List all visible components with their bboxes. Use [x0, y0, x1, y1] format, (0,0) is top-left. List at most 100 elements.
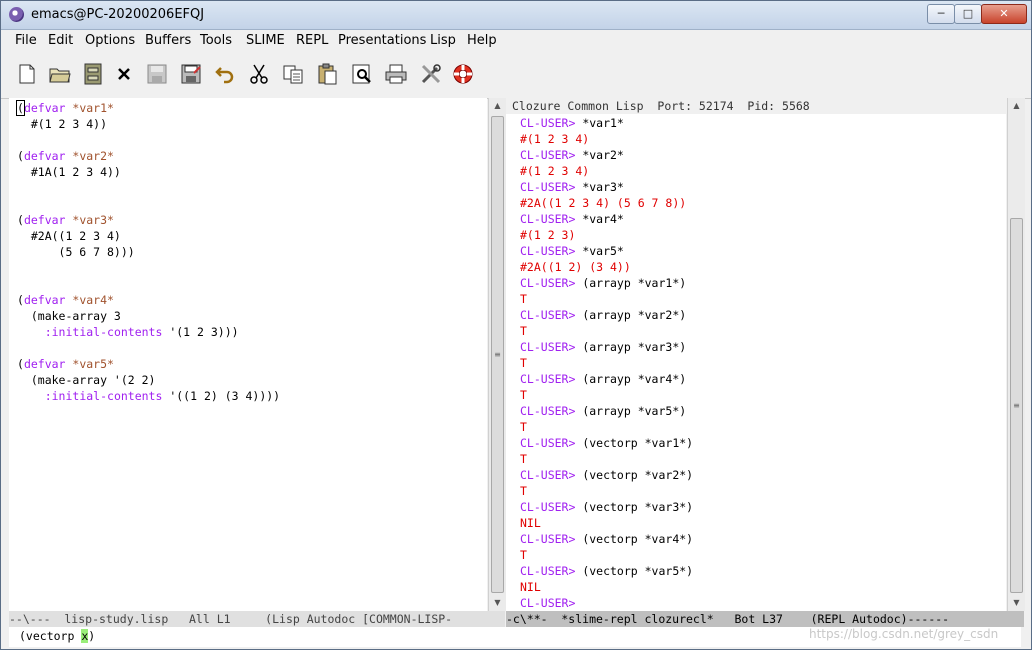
editor-line: (defvar *var1*: [16, 100, 114, 116]
editor-token: (: [16, 100, 25, 116]
print-icon[interactable]: [385, 63, 407, 85]
menu-file[interactable]: File: [15, 33, 37, 48]
repl-line: #(1 2 3 4): [520, 163, 589, 179]
editor-token: defvar: [23, 357, 66, 371]
repl-line: T: [520, 483, 527, 499]
repl-line: CL-USER> (vectorp *var5*): [520, 563, 693, 579]
editor-token: #(1 2 3 4)): [17, 117, 108, 131]
repl-token: *var1*: [582, 116, 624, 130]
repl-token: CL-USER>: [520, 212, 583, 226]
repl-pane-slime[interactable]: Clozure Common Lisp Port: 52174 Pid: 556…: [506, 98, 1012, 611]
repl-token: T: [520, 484, 527, 498]
editor-token: defvar: [23, 213, 66, 227]
repl-line: CL-USER> *var5*: [520, 243, 624, 259]
undo-icon[interactable]: [214, 63, 236, 85]
repl-line: #2A((1 2 3 4) (5 6 7 8)): [520, 195, 686, 211]
repl-line: T: [520, 547, 527, 563]
editor-line: (defvar *var3*: [17, 212, 114, 228]
repl-line: CL-USER> (arrayp *var1*): [520, 275, 686, 291]
editor-line: :initial-contents '((1 2) (3 4)))): [17, 388, 280, 404]
minibuffer-close-paren: ): [88, 629, 96, 643]
repl-token: (arrayp *var1*): [582, 276, 687, 290]
editor-token: :initial-contents: [44, 325, 163, 339]
repl-token: T: [520, 324, 527, 338]
minimize-button[interactable]: ─: [927, 4, 955, 24]
menu-lisp[interactable]: Lisp: [430, 33, 456, 48]
editor-token: (5 6 7 8))): [17, 245, 135, 259]
close-button[interactable]: ✕: [981, 4, 1027, 24]
menu-presentations[interactable]: Presentations: [338, 33, 426, 48]
editor-token: (: [17, 149, 24, 163]
scroll-up-arrow-icon[interactable]: ▲: [489, 98, 506, 114]
menu-options[interactable]: Options: [85, 33, 135, 48]
repl-scroll-down-arrow-icon[interactable]: ▼: [1008, 595, 1025, 611]
window-title: emacs@PC-20200206EFQJ: [31, 7, 205, 22]
repl-scroll-up-arrow-icon[interactable]: ▲: [1008, 98, 1025, 114]
editor-token: #1A(1 2 3 4)): [17, 165, 121, 179]
editor-token: :initial-contents: [44, 389, 163, 403]
search-icon[interactable]: [351, 63, 373, 85]
save-disk-icon[interactable]: [146, 63, 168, 85]
repl-token: T: [520, 292, 527, 306]
repl-scroll-thumb[interactable]: ≡: [1010, 218, 1023, 593]
repl-token: CL-USER>: [520, 340, 583, 354]
open-folder-icon[interactable]: [49, 63, 71, 85]
repl-token: CL-USER>: [520, 148, 583, 162]
scroll-down-arrow-icon[interactable]: ▼: [489, 595, 506, 611]
editor-mode-line[interactable]: --\--- lisp-study.lisp All L1 (Lisp Auto…: [9, 611, 505, 627]
repl-token: T: [520, 420, 527, 434]
repl-line: CL-USER> (vectorp *var3*): [520, 499, 693, 515]
repl-line: NIL: [520, 515, 541, 531]
repl-token: CL-USER>: [520, 244, 583, 258]
menu-tools[interactable]: Tools: [200, 33, 232, 48]
editor-scrollbar[interactable]: ▲ ≡ ▼: [488, 98, 506, 611]
repl-token: CL-USER>: [520, 532, 583, 546]
title-bar[interactable]: emacs@PC-20200206EFQJ ─ □ ✕: [1, 1, 1031, 30]
help-lifebuoy-icon[interactable]: [452, 63, 474, 85]
repl-line: CL-USER> *var2*: [520, 147, 624, 163]
save-as-icon[interactable]: [180, 63, 202, 85]
preferences-icon[interactable]: [420, 63, 442, 85]
repl-token: NIL: [520, 580, 541, 594]
repl-line: T: [520, 355, 527, 371]
repl-line: #(1 2 3 4): [520, 131, 589, 147]
editor-line: (make-array '(2 2): [17, 372, 156, 388]
editor-line: :initial-contents '(1 2 3))): [17, 324, 239, 340]
repl-token: T: [520, 356, 527, 370]
editor-line: (defvar *var5*: [17, 356, 114, 372]
menu-edit[interactable]: Edit: [48, 33, 73, 48]
repl-line: T: [520, 387, 527, 403]
repl-token: #(1 2 3 4): [520, 132, 590, 146]
editor-token: '(1 2 3))): [162, 325, 239, 339]
repl-line: CL-USER> (vectorp *var4*): [520, 531, 693, 547]
grip-icon: ≡: [494, 349, 501, 359]
cut-icon[interactable]: [248, 63, 270, 85]
menu-buffers[interactable]: Buffers: [145, 33, 191, 48]
save-cabinet-icon[interactable]: [82, 63, 104, 85]
repl-scrollbar[interactable]: ▲ ≡ ▼: [1007, 98, 1025, 611]
repl-line: CL-USER> (arrayp *var5*): [520, 403, 686, 419]
copy-icon[interactable]: [282, 63, 304, 85]
editor-token: defvar: [23, 293, 66, 307]
menu-repl[interactable]: REPL: [296, 33, 328, 48]
editor-scroll-thumb[interactable]: ≡: [491, 116, 504, 593]
repl-line: CL-USER> *var3*: [520, 179, 624, 195]
repl-line: T: [520, 419, 527, 435]
menu-slime[interactable]: SLIME: [246, 33, 285, 48]
maximize-button[interactable]: □: [954, 4, 982, 24]
editor-token: '((1 2) (3 4)))): [162, 389, 281, 403]
paste-icon[interactable]: [316, 63, 338, 85]
repl-token: #(1 2 3): [520, 228, 576, 242]
repl-line: CL-USER>: [520, 595, 582, 611]
repl-mode-line[interactable]: -c\**- *slime-repl clozurecl* Bot L37 (R…: [506, 611, 1024, 627]
editor-token: defvar: [23, 101, 66, 115]
close-x-icon[interactable]: [113, 63, 135, 85]
repl-line: T: [520, 451, 527, 467]
new-file-icon[interactable]: [16, 63, 38, 85]
repl-line: T: [520, 291, 527, 307]
editor-pane-lisp-study[interactable]: (defvar *var1* #(1 2 3 4)) (defvar *var2*…: [9, 98, 487, 611]
repl-token: *var5*: [582, 244, 624, 258]
repl-token: (vectorp *var2*): [582, 468, 694, 482]
menu-help[interactable]: Help: [467, 33, 497, 48]
repl-token: CL-USER>: [520, 116, 583, 130]
